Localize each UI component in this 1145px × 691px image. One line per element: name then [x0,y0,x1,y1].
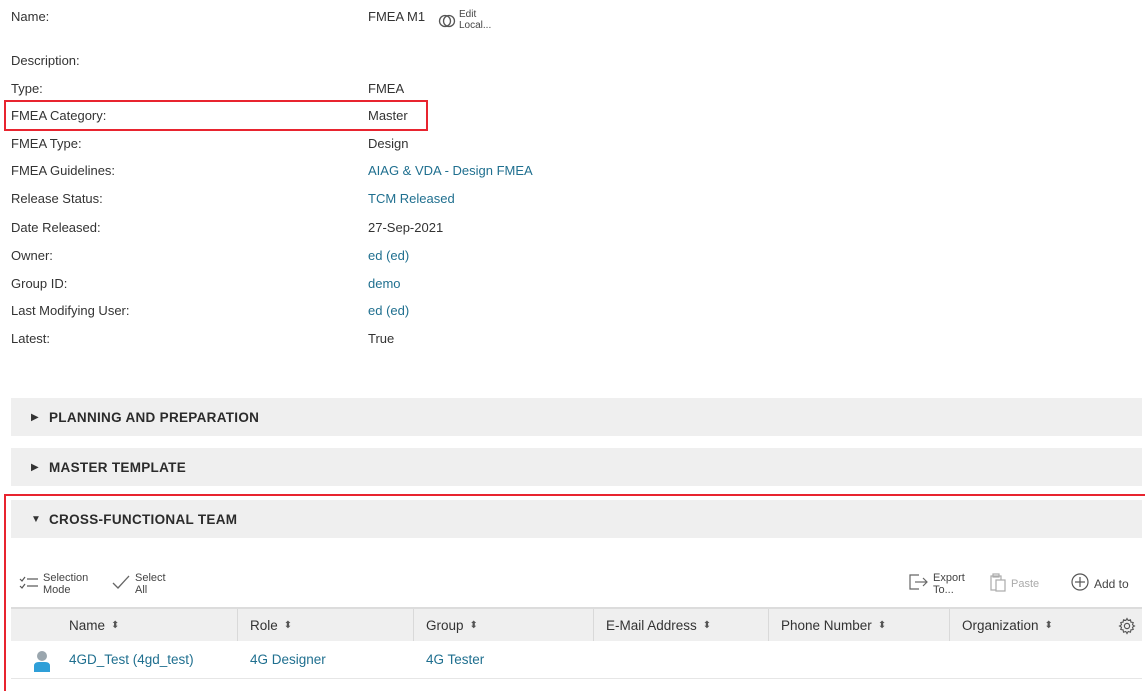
prop-row-name: Name: FMEA M1 [11,5,651,27]
edit-local-icon [438,14,456,28]
prop-value: 27-Sep-2021 [368,219,444,235]
prop-label: Description: [11,52,80,68]
prop-row-description: Description: [11,49,651,71]
prop-row-latest: Latest: True [11,327,651,349]
prop-row-type: Type: FMEA [11,77,651,99]
panel-master-template[interactable]: ▶ MASTER TEMPLATE [11,448,1142,486]
caret-right-icon: ▶ [31,461,39,473]
panel-title: MASTER TEMPLATE [49,459,186,475]
prop-label: Date Released: [11,219,101,235]
guidelines-link[interactable]: AIAG & VDA - Design FMEA [368,163,533,178]
prop-row-fmea-guidelines: FMEA Guidelines: AIAG & VDA - Design FME… [11,159,651,181]
prop-value: FMEA M1 [368,8,426,24]
edit-local-line2: Local... [459,20,492,31]
prop-label: Name: [11,8,50,24]
prop-label: FMEA Guidelines: [11,162,116,178]
prop-value: Design [368,135,409,151]
release-status-link[interactable]: TCM Released [368,191,455,206]
edit-local-button[interactable]: Edit Local... [438,9,491,31]
team-highlight-box [4,494,1145,691]
prop-label: Last Modifying User: [11,302,130,318]
prop-row-fmea-type: FMEA Type: Design [11,132,651,154]
prop-label: FMEA Type: [11,135,82,151]
edit-local-line1: Edit [459,9,477,20]
caret-right-icon: ▶ [31,411,39,423]
prop-row-group-id: Group ID: demo [11,272,651,294]
prop-label: Owner: [11,247,53,263]
group-id-link[interactable]: demo [368,276,401,291]
last-modifying-user-link[interactable]: ed (ed) [368,303,409,318]
prop-row-owner: Owner: ed (ed) [11,244,651,266]
prop-value: True [368,330,395,346]
prop-row-last-modifying-user: Last Modifying User: ed (ed) [11,299,651,321]
prop-label: Group ID: [11,275,68,291]
panel-planning-and-preparation[interactable]: ▶ PLANNING AND PREPARATION [11,398,1142,436]
owner-link[interactable]: ed (ed) [368,248,409,263]
prop-value: FMEA [368,80,405,96]
prop-row-date-released: Date Released: 27-Sep-2021 [11,216,651,238]
category-highlight-box [4,100,428,131]
prop-label: Type: [11,80,43,96]
prop-row-release-status: Release Status: TCM Released [11,187,651,209]
prop-label: Release Status: [11,190,103,206]
panel-title: PLANNING AND PREPARATION [49,409,260,425]
prop-label: Latest: [11,330,51,346]
